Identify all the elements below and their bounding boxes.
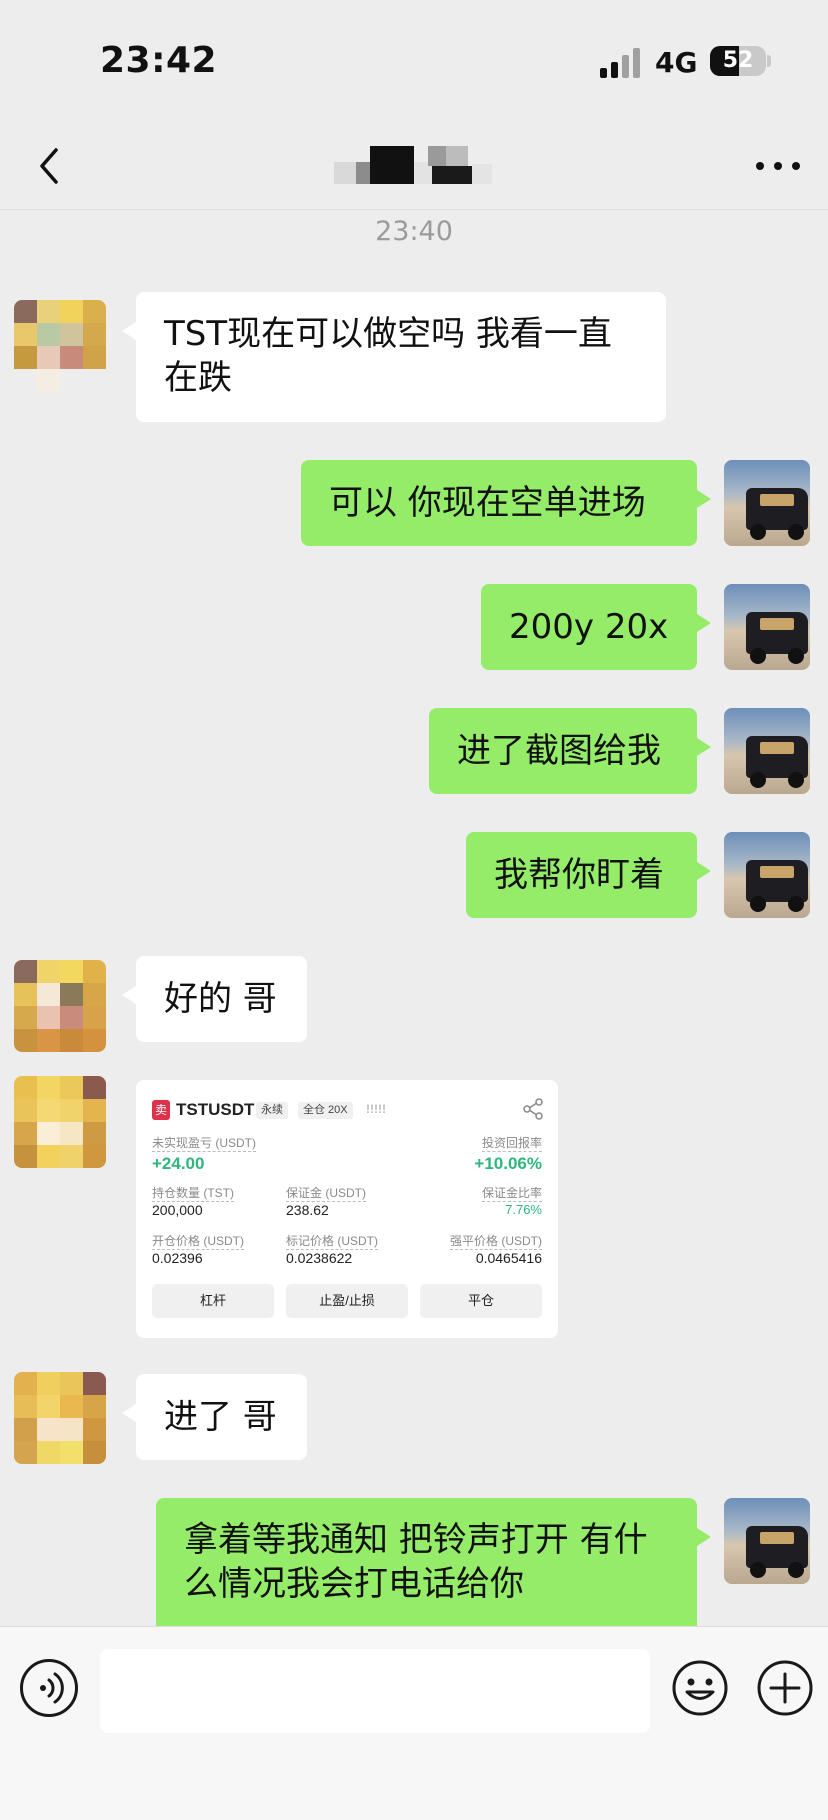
message-bubble[interactable]: 进了 哥: [122, 1374, 307, 1460]
message-text: 在跌: [164, 358, 232, 398]
status-bar: 23:42 4G 52: [0, 0, 828, 120]
contact-avatar[interactable]: [14, 960, 106, 1052]
position-qty-label: 持仓数量 (TST): [152, 1186, 234, 1202]
my-avatar[interactable]: [724, 1498, 810, 1584]
status-time: 23:42: [100, 40, 218, 81]
contact-avatar[interactable]: [14, 1076, 106, 1168]
mark-price-value: 0.0238622: [286, 1250, 353, 1266]
contact-name-blurred: [334, 140, 494, 190]
trade-screenshot-card[interactable]: 卖 TSTUSDT 永续 全仓 20X !!!!! 未实现盈亏 (USDT) +…: [136, 1080, 558, 1338]
margin-ratio-value: 7.76%: [505, 1202, 542, 1217]
message-bubble[interactable]: 进了截图给我: [429, 708, 711, 794]
roe-value: +10.06%: [474, 1154, 542, 1173]
my-avatar[interactable]: [724, 708, 810, 794]
emoji-icon[interactable]: [671, 1659, 729, 1717]
chat-header: [0, 120, 828, 210]
message-text: 进了截图给我: [457, 731, 661, 771]
margin-ratio-label: 保证金比率: [481, 1186, 542, 1202]
battery-tip: [767, 55, 771, 67]
margin-value: 238.62: [286, 1202, 329, 1218]
battery-icon: 52: [710, 46, 766, 76]
my-avatar[interactable]: [724, 460, 810, 546]
message-text: 我帮你盯着: [494, 855, 664, 895]
my-avatar[interactable]: [724, 584, 810, 670]
position-qty-value: 200,000: [152, 1202, 203, 1218]
message-text: 可以 你现在空单进场: [329, 483, 646, 523]
message-bubble[interactable]: 我帮你盯着: [466, 832, 711, 918]
margin-label: 保证金 (USDT): [286, 1186, 366, 1202]
message-text: 么情况我会打电话给你: [184, 1564, 524, 1604]
message-text: 拿着等我通知 把铃声打开 有什: [184, 1520, 648, 1560]
mark-price-label: 标记价格 (USDT): [286, 1234, 378, 1250]
unrealized-pnl-value: +24.00: [152, 1154, 205, 1173]
message-bubble[interactable]: 200y 20x: [481, 584, 711, 670]
unrealized-pnl-label: 未实现盈亏 (USDT): [152, 1136, 256, 1152]
leverage-marks: !!!!!: [366, 1102, 386, 1116]
message-input-bar: [0, 1626, 828, 1820]
contact-avatar[interactable]: [14, 1372, 106, 1464]
tp-sl-button[interactable]: 止盈/止损: [286, 1284, 408, 1318]
message-text: 200y 20x: [509, 607, 669, 647]
share-icon[interactable]: [522, 1098, 544, 1120]
close-position-button[interactable]: 平仓: [420, 1284, 542, 1318]
leverage-button[interactable]: 杠杆: [152, 1284, 274, 1318]
ellipsis-icon[interactable]: [756, 150, 800, 180]
sell-tag: 卖: [152, 1100, 170, 1120]
signal-icon: [600, 48, 642, 78]
trading-pair: TSTUSDT: [176, 1100, 255, 1119]
entry-price-label: 开仓价格 (USDT): [152, 1234, 244, 1250]
message-input[interactable]: [100, 1649, 650, 1733]
message-bubble[interactable]: 好的 哥: [122, 956, 307, 1042]
message-bubble[interactable]: TST现在可以做空吗 我看一直 在跌: [122, 292, 666, 422]
voice-icon[interactable]: [20, 1659, 78, 1717]
plus-icon[interactable]: [756, 1659, 814, 1717]
roe-label: 投资回报率: [481, 1136, 542, 1152]
entry-price-value: 0.02396: [152, 1250, 203, 1266]
margin-mode-tag: 全仓 20X: [298, 1102, 353, 1119]
message-text: 进了 哥: [164, 1397, 277, 1437]
network-label: 4G: [655, 46, 698, 79]
message-text: 好的 哥: [164, 979, 277, 1019]
message-bubble[interactable]: 拿着等我通知 把铃声打开 有什 么情况我会打电话给你: [156, 1498, 711, 1626]
contact-avatar[interactable]: [14, 300, 106, 392]
perpetual-tag: 永续: [256, 1102, 288, 1119]
message-bubble[interactable]: 可以 你现在空单进场: [301, 460, 711, 546]
message-text: TST现在可以做空吗 我看一直: [164, 314, 612, 354]
my-avatar[interactable]: [724, 832, 810, 918]
battery-level: 52: [722, 48, 754, 73]
liq-price-value: 0.0465416: [475, 1250, 542, 1266]
chevron-left-icon[interactable]: [30, 144, 70, 188]
liq-price-label: 强平价格 (USDT): [450, 1234, 542, 1250]
chat-timestamp: 23:40: [375, 216, 453, 247]
